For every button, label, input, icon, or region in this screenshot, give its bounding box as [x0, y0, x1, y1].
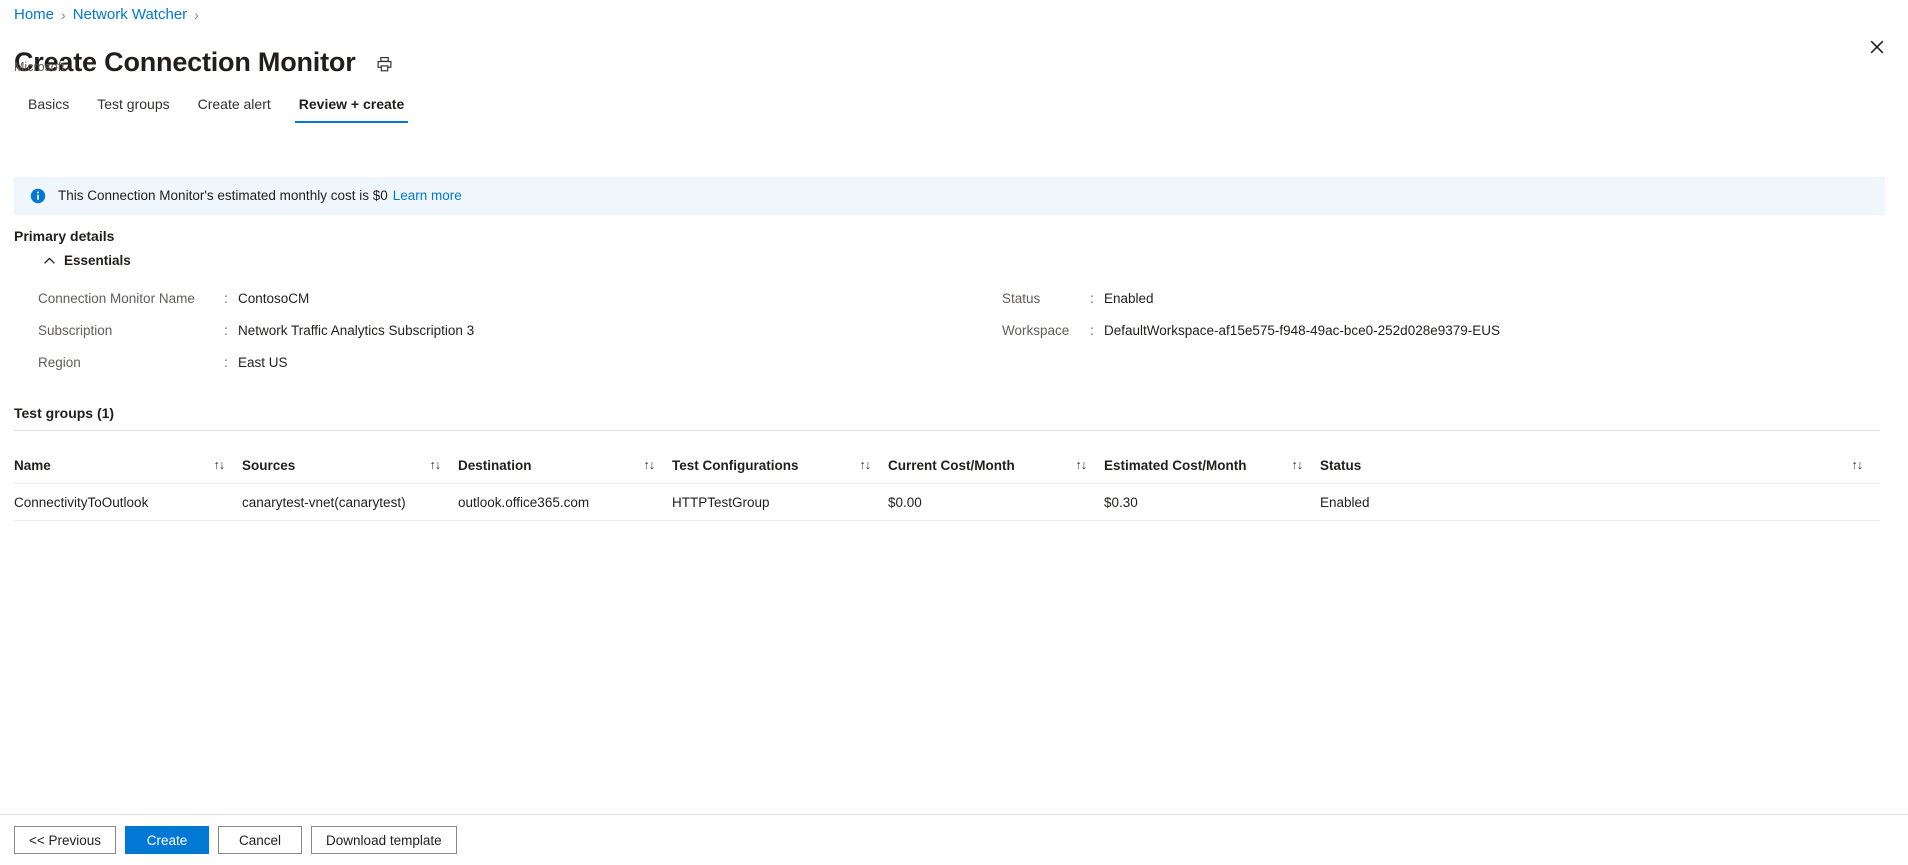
column-header-label: Name: [14, 457, 51, 473]
field-value: Enabled: [1104, 291, 1154, 306]
cost-info-banner: This Connection Monitor's estimated mont…: [14, 177, 1885, 215]
field-colon: :: [1090, 323, 1094, 338]
breadcrumb: Home › Network Watcher ›: [14, 6, 199, 24]
cancel-button[interactable]: Cancel: [218, 826, 303, 854]
tab-create-alert[interactable]: Create alert: [184, 88, 285, 123]
sort-icon[interactable]: ↑↓: [430, 458, 441, 472]
test-groups-divider: [14, 430, 1880, 431]
essentials-field-region: Region : East US: [38, 347, 474, 379]
footer-actions: << Previous Create Cancel Download templ…: [14, 826, 457, 854]
column-header-sources[interactable]: Sources ↑↓: [242, 458, 458, 473]
close-icon[interactable]: [1862, 32, 1892, 62]
page-subtitle: Microsoft: [14, 60, 65, 74]
cost-info-text: This Connection Monitor's estimated mont…: [58, 188, 388, 203]
test-groups-heading: Test groups (1): [14, 405, 115, 421]
sort-icon[interactable]: ↑↓: [1852, 458, 1863, 472]
table-row[interactable]: ConnectivityToOutlook canarytest-vnet(ca…: [14, 483, 1880, 521]
page-title: Create Connection Monitor: [14, 47, 356, 78]
cell-estimated-cost: $0.30: [1104, 494, 1138, 510]
learn-more-link[interactable]: Learn more: [393, 187, 462, 205]
field-value: East US: [238, 355, 288, 370]
breadcrumb-separator-icon: ›: [194, 7, 199, 23]
sort-icon[interactable]: ↑↓: [644, 458, 655, 472]
tab-review-create[interactable]: Review + create: [285, 88, 418, 123]
info-icon: [30, 188, 46, 204]
field-label: Status: [1002, 291, 1041, 306]
close-icon-glyph: [1870, 40, 1884, 54]
print-icon[interactable]: [374, 54, 396, 76]
field-value: DefaultWorkspace-af15e575-f948-49ac-bce0…: [1104, 323, 1501, 338]
column-header-estimated-cost[interactable]: Estimated Cost/Month ↑↓: [1104, 458, 1320, 473]
chevron-up-icon-glyph: [44, 257, 55, 264]
cell-destination: outlook.office365.com: [458, 494, 590, 510]
tab-test-groups[interactable]: Test groups: [83, 88, 183, 123]
info-icon-glyph: [30, 188, 46, 204]
column-header-status[interactable]: Status ↑↓: [1320, 458, 1880, 473]
field-colon: :: [224, 323, 228, 338]
page-title-row: Create Connection Monitor: [14, 28, 396, 97]
essentials-right-column: Status : Enabled Workspace : DefaultWork…: [1002, 283, 1500, 347]
print-icon-glyph: [377, 57, 392, 72]
column-header-label: Test Configurations: [672, 457, 799, 473]
download-template-button[interactable]: Download template: [311, 826, 457, 854]
essentials-field-connection-monitor-name: Connection Monitor Name : ContosoCM: [38, 283, 474, 315]
field-colon: :: [224, 355, 228, 370]
field-colon: :: [224, 291, 228, 306]
tab-basics[interactable]: Basics: [14, 88, 83, 123]
essentials-toggle[interactable]: Essentials: [44, 253, 131, 268]
essentials-field-status: Status : Enabled: [1002, 283, 1500, 315]
sort-icon[interactable]: ↑↓: [1076, 458, 1087, 472]
column-header-label: Current Cost/Month: [888, 457, 1015, 473]
primary-details-heading: Primary details: [14, 228, 115, 244]
field-label: Subscription: [38, 323, 113, 338]
cell-status: Enabled: [1320, 494, 1370, 510]
essentials-left-column: Connection Monitor Name : ContosoCM Subs…: [38, 283, 474, 379]
field-value: Network Traffic Analytics Subscription 3: [238, 323, 475, 338]
field-value: ContosoCM: [238, 291, 310, 306]
column-header-current-cost[interactable]: Current Cost/Month ↑↓: [888, 458, 1104, 473]
previous-button[interactable]: << Previous: [14, 826, 117, 854]
table-header-row: Name ↑↓ Sources ↑↓ Destination ↑↓ Test C…: [14, 447, 1880, 483]
field-label: Region: [38, 355, 81, 370]
column-header-destination[interactable]: Destination ↑↓: [458, 458, 672, 473]
cell-current-cost: $0.00: [888, 494, 922, 510]
sort-icon[interactable]: ↑↓: [860, 458, 871, 472]
essentials-label: Essentials: [64, 253, 131, 268]
column-header-label: Estimated Cost/Month: [1104, 457, 1247, 473]
column-header-label: Destination: [458, 457, 532, 473]
sort-icon[interactable]: ↑↓: [1292, 458, 1303, 472]
essentials-field-workspace: Workspace : DefaultWorkspace-af15e575-f9…: [1002, 315, 1500, 347]
column-header-name[interactable]: Name ↑↓: [14, 458, 242, 473]
create-button[interactable]: Create: [125, 826, 210, 854]
cell-sources: canarytest-vnet(canarytest): [242, 494, 406, 510]
test-groups-table: Name ↑↓ Sources ↑↓ Destination ↑↓ Test C…: [14, 447, 1880, 521]
breadcrumb-separator-icon: ›: [61, 7, 66, 23]
column-header-test-configurations[interactable]: Test Configurations ↑↓: [672, 458, 888, 473]
wizard-tabs: Basics Test groups Create alert Review +…: [14, 88, 418, 123]
breadcrumb-item-network-watcher[interactable]: Network Watcher: [73, 6, 187, 24]
field-label: Connection Monitor Name: [38, 291, 195, 306]
footer-divider: [0, 814, 1908, 815]
column-header-label: Sources: [242, 457, 296, 473]
create-connection-monitor-page: Home › Network Watcher › Create Connecti…: [0, 0, 1908, 865]
cell-test-configurations: HTTPTestGroup: [672, 494, 770, 510]
field-colon: :: [1090, 291, 1094, 306]
sort-icon[interactable]: ↑↓: [214, 458, 225, 472]
breadcrumb-item-home[interactable]: Home: [14, 6, 54, 24]
cell-name: ConnectivityToOutlook: [14, 494, 149, 510]
chevron-up-icon: [44, 253, 55, 268]
essentials-field-subscription: Subscription : Network Traffic Analytics…: [38, 315, 474, 347]
field-label: Workspace: [1002, 323, 1070, 338]
column-header-label: Status: [1320, 457, 1362, 473]
